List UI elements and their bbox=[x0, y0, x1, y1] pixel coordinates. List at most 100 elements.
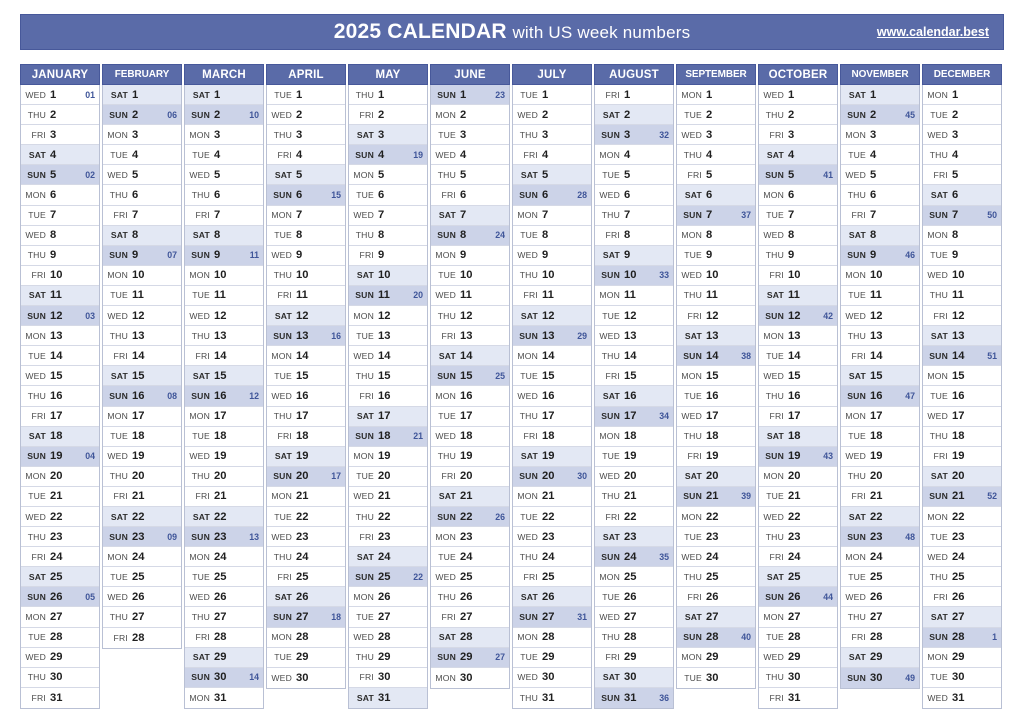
day-row[interactable]: THU 8 bbox=[349, 225, 427, 246]
day-row[interactable]: MON 6 bbox=[21, 185, 99, 206]
day-row[interactable]: TUE 18 bbox=[103, 426, 181, 447]
day-row[interactable]: TUE 4 bbox=[841, 145, 919, 166]
day-row[interactable]: WED 16 bbox=[267, 386, 345, 407]
day-row[interactable]: MON 1 bbox=[923, 85, 1001, 106]
day-row[interactable]: THU 17 bbox=[513, 406, 591, 427]
day-row[interactable]: THU 2 bbox=[21, 105, 99, 126]
day-row[interactable]: MON 25 bbox=[595, 567, 673, 588]
day-row[interactable]: MON 6 bbox=[759, 185, 837, 206]
day-row[interactable]: WED 24 bbox=[677, 547, 755, 568]
day-row[interactable]: FRI 7 bbox=[841, 205, 919, 226]
day-row[interactable]: SUN 25 22 bbox=[349, 567, 427, 588]
day-row[interactable]: THU 20 bbox=[185, 466, 263, 487]
day-row[interactable]: FRI 28 bbox=[103, 627, 181, 648]
day-row[interactable]: THU 27 bbox=[103, 607, 181, 628]
day-row[interactable]: SUN 30 14 bbox=[185, 667, 263, 688]
day-row[interactable]: FRI 28 bbox=[185, 627, 263, 648]
day-row[interactable]: FRI 7 bbox=[185, 205, 263, 226]
day-row[interactable]: THU 25 bbox=[923, 567, 1001, 588]
day-row[interactable]: TUE 11 bbox=[185, 285, 263, 307]
day-row[interactable]: SAT 1 bbox=[841, 85, 919, 106]
day-row[interactable]: TUE 3 bbox=[431, 125, 509, 146]
month-header[interactable]: OCTOBER bbox=[758, 64, 838, 85]
day-row[interactable]: FRI 29 bbox=[595, 647, 673, 668]
day-row[interactable]: FRI 12 bbox=[923, 306, 1001, 327]
day-row[interactable]: SUN 8 24 bbox=[431, 225, 509, 246]
day-row[interactable]: MON 20 bbox=[21, 466, 99, 487]
day-row[interactable]: MON 26 bbox=[349, 587, 427, 608]
day-row[interactable]: SAT 4 bbox=[21, 145, 99, 166]
day-row[interactable]: SUN 6 28 bbox=[513, 185, 591, 206]
day-row[interactable]: SUN 22 26 bbox=[431, 506, 509, 528]
day-row[interactable]: THU 1 bbox=[349, 85, 427, 106]
day-row[interactable]: THU 20 bbox=[103, 466, 181, 487]
day-row[interactable]: SAT 28 bbox=[431, 627, 509, 648]
day-row[interactable]: MON 29 bbox=[677, 647, 755, 668]
day-row[interactable]: SAT 8 bbox=[103, 225, 181, 246]
day-row[interactable]: TUE 30 bbox=[923, 667, 1001, 688]
day-row[interactable]: TUE 23 bbox=[677, 527, 755, 548]
day-row[interactable]: TUE 9 bbox=[677, 245, 755, 266]
day-row[interactable]: SAT 15 bbox=[841, 366, 919, 387]
day-row[interactable]: TUE 9 bbox=[923, 245, 1001, 266]
day-row[interactable]: THU 4 bbox=[677, 145, 755, 166]
day-row[interactable]: THU 9 bbox=[21, 245, 99, 266]
day-row[interactable]: WED 26 bbox=[841, 587, 919, 608]
day-row[interactable]: FRI 21 bbox=[841, 486, 919, 507]
day-row[interactable]: SUN 23 13 bbox=[185, 527, 263, 548]
day-row[interactable]: FRI 11 bbox=[267, 285, 345, 307]
day-row[interactable]: SUN 14 38 bbox=[677, 346, 755, 367]
day-row[interactable]: SAT 30 bbox=[595, 667, 673, 688]
day-row[interactable]: SAT 29 bbox=[185, 647, 263, 668]
day-row[interactable]: MON 27 bbox=[21, 607, 99, 628]
day-row[interactable]: WED 7 bbox=[349, 205, 427, 226]
day-row[interactable]: MON 14 bbox=[513, 346, 591, 367]
day-row[interactable]: SUN 7 50 bbox=[923, 205, 1001, 226]
day-row[interactable]: FRI 30 bbox=[349, 667, 427, 688]
day-row[interactable]: TUE 18 bbox=[185, 426, 263, 447]
day-row[interactable]: TUE 1 bbox=[513, 85, 591, 106]
day-row[interactable]: WED 3 bbox=[677, 125, 755, 146]
day-row[interactable]: TUE 4 bbox=[185, 145, 263, 166]
day-row[interactable]: MON 24 bbox=[841, 547, 919, 568]
day-row[interactable]: MON 10 bbox=[103, 265, 181, 286]
day-row[interactable]: WED 25 bbox=[431, 567, 509, 588]
month-header[interactable]: MAY bbox=[348, 64, 428, 85]
day-row[interactable]: THU 24 bbox=[513, 547, 591, 568]
day-row[interactable]: SUN 23 48 bbox=[841, 527, 919, 548]
day-row[interactable]: THU 11 bbox=[677, 285, 755, 307]
day-row[interactable]: TUE 11 bbox=[841, 285, 919, 307]
day-row[interactable]: MON 18 bbox=[595, 426, 673, 447]
day-row[interactable]: THU 27 bbox=[185, 607, 263, 628]
day-row[interactable]: SUN 27 31 bbox=[513, 607, 591, 628]
day-row[interactable]: FRI 21 bbox=[185, 486, 263, 507]
month-header[interactable]: APRIL bbox=[266, 64, 346, 85]
day-row[interactable]: FRI 25 bbox=[513, 567, 591, 588]
day-row[interactable]: MON 14 bbox=[267, 346, 345, 367]
day-row[interactable]: TUE 11 bbox=[103, 285, 181, 307]
day-row[interactable]: THU 3 bbox=[267, 125, 345, 146]
day-row[interactable]: SUN 26 44 bbox=[759, 587, 837, 608]
day-row[interactable]: MON 2 bbox=[431, 105, 509, 126]
day-row[interactable]: MON 5 bbox=[349, 165, 427, 186]
day-row[interactable]: SAT 27 bbox=[923, 607, 1001, 628]
day-row[interactable]: THU 20 bbox=[841, 466, 919, 487]
day-row[interactable]: WED 9 bbox=[267, 245, 345, 266]
day-row[interactable]: SAT 12 bbox=[513, 306, 591, 327]
day-row[interactable]: FRI 19 bbox=[677, 446, 755, 467]
day-row[interactable]: SAT 5 bbox=[267, 165, 345, 186]
day-row[interactable]: TUE 20 bbox=[349, 466, 427, 487]
day-row[interactable]: THU 13 bbox=[103, 326, 181, 347]
day-row[interactable]: TUE 19 bbox=[595, 446, 673, 467]
day-row[interactable]: FRI 17 bbox=[759, 406, 837, 427]
day-row[interactable]: THU 22 bbox=[349, 506, 427, 528]
day-row[interactable]: FRI 10 bbox=[21, 265, 99, 286]
day-row[interactable]: MON 17 bbox=[185, 406, 263, 427]
day-row[interactable]: SAT 11 bbox=[21, 285, 99, 307]
day-row[interactable]: WED 13 bbox=[595, 326, 673, 347]
day-row[interactable]: THU 7 bbox=[595, 205, 673, 226]
day-row[interactable]: TUE 6 bbox=[349, 185, 427, 206]
day-row[interactable]: MON 15 bbox=[677, 366, 755, 387]
day-row[interactable]: MON 21 bbox=[267, 486, 345, 507]
day-row[interactable]: TUE 25 bbox=[841, 567, 919, 588]
